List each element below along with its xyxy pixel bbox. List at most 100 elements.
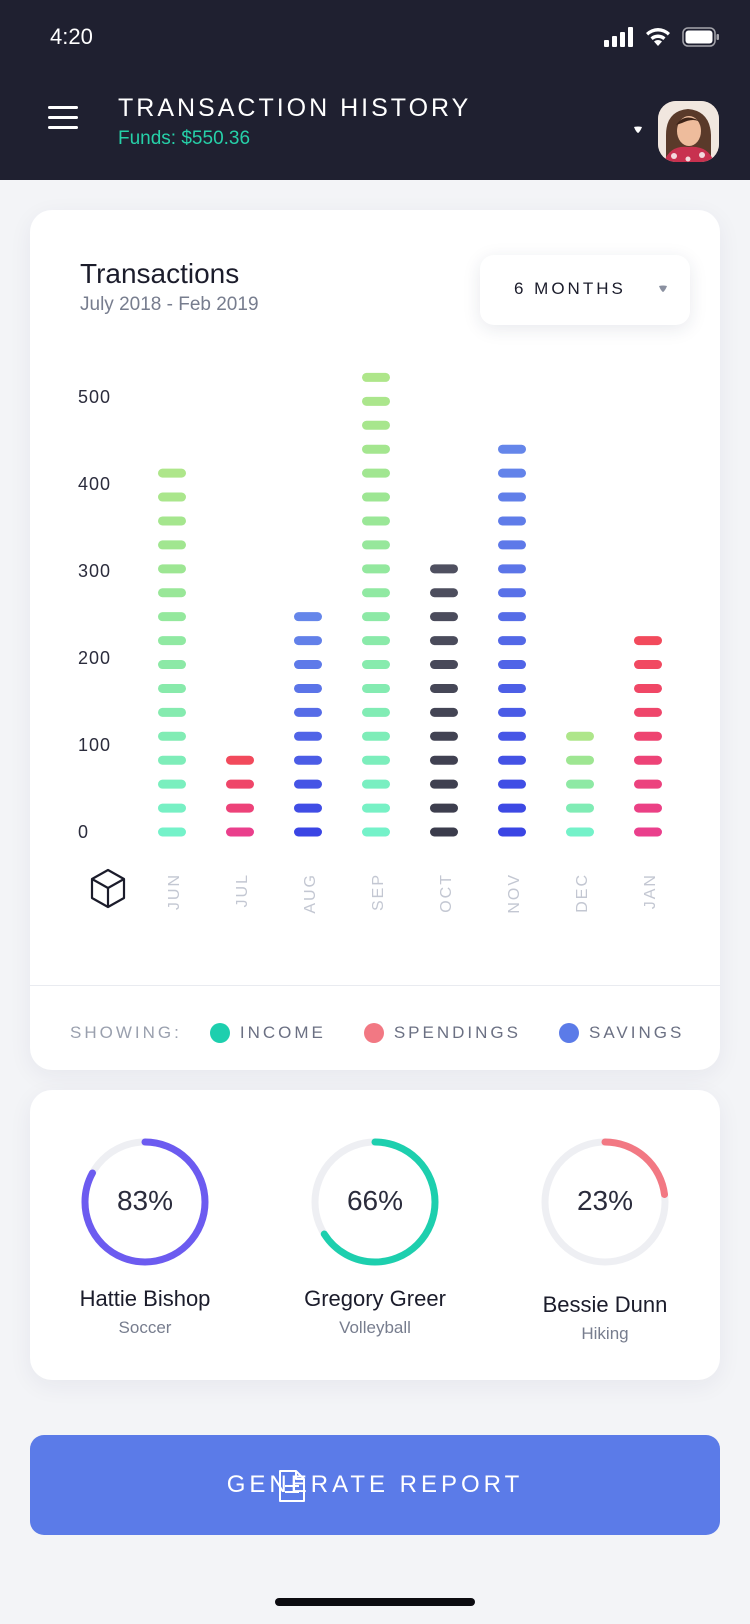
bar-segment xyxy=(566,827,594,837)
signal-icon xyxy=(604,27,633,47)
bar-segment xyxy=(158,564,186,574)
bar-segment xyxy=(498,468,526,478)
bar-segment xyxy=(294,755,322,765)
transactions-bar-chart: 0 100 200 300 400 500 JUN JUL AUG SEP OCT NOV DEC JAN xyxy=(78,372,662,914)
bar-segment xyxy=(430,683,458,693)
bar-segment xyxy=(158,803,186,813)
bar-segment xyxy=(158,516,186,526)
x-tick-label: DEC xyxy=(574,873,591,913)
bar-segment xyxy=(430,779,458,789)
bar-segment xyxy=(158,731,186,741)
avatar[interactable] xyxy=(658,101,719,162)
bar-segment xyxy=(634,707,662,717)
legend-item-income[interactable]: INCOME xyxy=(209,1023,326,1043)
bar-segment xyxy=(362,372,390,382)
bar-segment xyxy=(634,803,662,813)
person-sport: Volleyball xyxy=(339,1318,411,1337)
person-name: Hattie Bishop xyxy=(79,1286,211,1311)
bar-segment xyxy=(158,492,186,502)
bar-segment xyxy=(362,827,390,837)
progress-card: 83% Hattie Bishop Soccer 66% Gregory Gre… xyxy=(30,1090,720,1380)
bar-segment xyxy=(362,636,390,646)
bar-nov[interactable] xyxy=(498,444,526,837)
chart-legend: SHOWING: INCOME SPENDINGS SAVINGS xyxy=(70,1018,684,1048)
bar-dec[interactable] xyxy=(566,731,594,837)
bar-oct[interactable] xyxy=(430,564,458,837)
bar-segment xyxy=(362,755,390,765)
bar-segment xyxy=(226,755,254,765)
bar-segment xyxy=(634,660,662,670)
bar-segment xyxy=(362,564,390,574)
bar-segment xyxy=(498,755,526,765)
bar-segment xyxy=(362,731,390,741)
bar-segment xyxy=(430,636,458,646)
bar-segment xyxy=(158,755,186,765)
progress-percent: 23% xyxy=(576,1185,634,1216)
bar-jun[interactable] xyxy=(158,468,186,837)
bar-segment xyxy=(158,612,186,622)
bar-segment xyxy=(430,731,458,741)
bar-segment xyxy=(362,683,390,693)
bar-segment xyxy=(158,683,186,693)
avatar-photo xyxy=(658,101,719,162)
bar-segment xyxy=(294,779,322,789)
profile-dropdown-caret-icon[interactable] xyxy=(633,126,643,134)
x-tick-label: OCT xyxy=(438,873,455,913)
bar-segment xyxy=(430,707,458,717)
bar-jan[interactable] xyxy=(634,636,662,837)
bar-segment xyxy=(226,803,254,813)
bar-segment xyxy=(498,683,526,693)
bar-segment xyxy=(498,564,526,574)
bar-segment xyxy=(294,660,322,670)
bar-sep[interactable] xyxy=(362,372,390,837)
legend-item-spendings[interactable]: SPENDINGS xyxy=(363,1023,521,1043)
app-header: 4:20 TRANSACTION HISTORY Funds: $550.36 xyxy=(0,0,750,180)
legend-divider xyxy=(30,985,720,986)
bar-segment xyxy=(634,636,662,646)
funds-balance: Funds: $550.36 xyxy=(118,128,251,149)
hamburger-menu-icon[interactable] xyxy=(48,106,80,130)
page-title: TRANSACTION HISTORY xyxy=(118,94,472,122)
bar-segment xyxy=(634,755,662,765)
person-name: Gregory Greer xyxy=(304,1286,446,1311)
bar-segment xyxy=(498,612,526,622)
bar-segment xyxy=(362,803,390,813)
bar-segment xyxy=(294,731,322,741)
legend-label-savings: SAVINGS xyxy=(588,1023,685,1042)
person-sport: Soccer xyxy=(118,1318,172,1337)
bar-segment xyxy=(634,827,662,837)
bar-segment xyxy=(566,803,594,813)
progress-percent: 66% xyxy=(346,1185,404,1216)
bar-jul[interactable] xyxy=(226,755,254,837)
bar-segment xyxy=(226,827,254,837)
bar-segment xyxy=(294,612,322,622)
person-sport: Hiking xyxy=(581,1324,629,1343)
bar-segment xyxy=(430,803,458,813)
bar-segment xyxy=(362,660,390,670)
status-time: 4:20 xyxy=(50,24,93,49)
transactions-card: Transactions July 2018 - Feb 2019 6 MONT… xyxy=(30,210,720,1070)
x-tick-label: NOV xyxy=(506,873,523,914)
legend-item-savings[interactable]: SAVINGS xyxy=(558,1023,685,1043)
bar-segment xyxy=(634,731,662,741)
bar-segment xyxy=(158,660,186,670)
bar-segment xyxy=(498,660,526,670)
generate-report-button[interactable]: GENERATE REPORT xyxy=(30,1435,720,1535)
bar-segment xyxy=(498,803,526,813)
income-dot-icon xyxy=(209,1023,230,1043)
x-tick-label: SEP xyxy=(370,873,387,911)
bar-segment xyxy=(158,827,186,837)
bar-segment xyxy=(294,707,322,717)
bar-segment xyxy=(498,827,526,837)
bar-aug[interactable] xyxy=(294,612,322,837)
person-name: Bessie Dunn xyxy=(542,1292,668,1317)
bar-segment xyxy=(294,803,322,813)
bar-segment xyxy=(430,564,458,574)
bar-segment xyxy=(158,588,186,598)
bar-segment xyxy=(362,444,390,454)
cube-icon[interactable] xyxy=(90,868,126,909)
generate-report-label: GENERATE REPORT xyxy=(226,1471,524,1498)
bar-segment xyxy=(294,827,322,837)
bar-segment xyxy=(498,492,526,502)
battery-icon xyxy=(682,27,719,47)
